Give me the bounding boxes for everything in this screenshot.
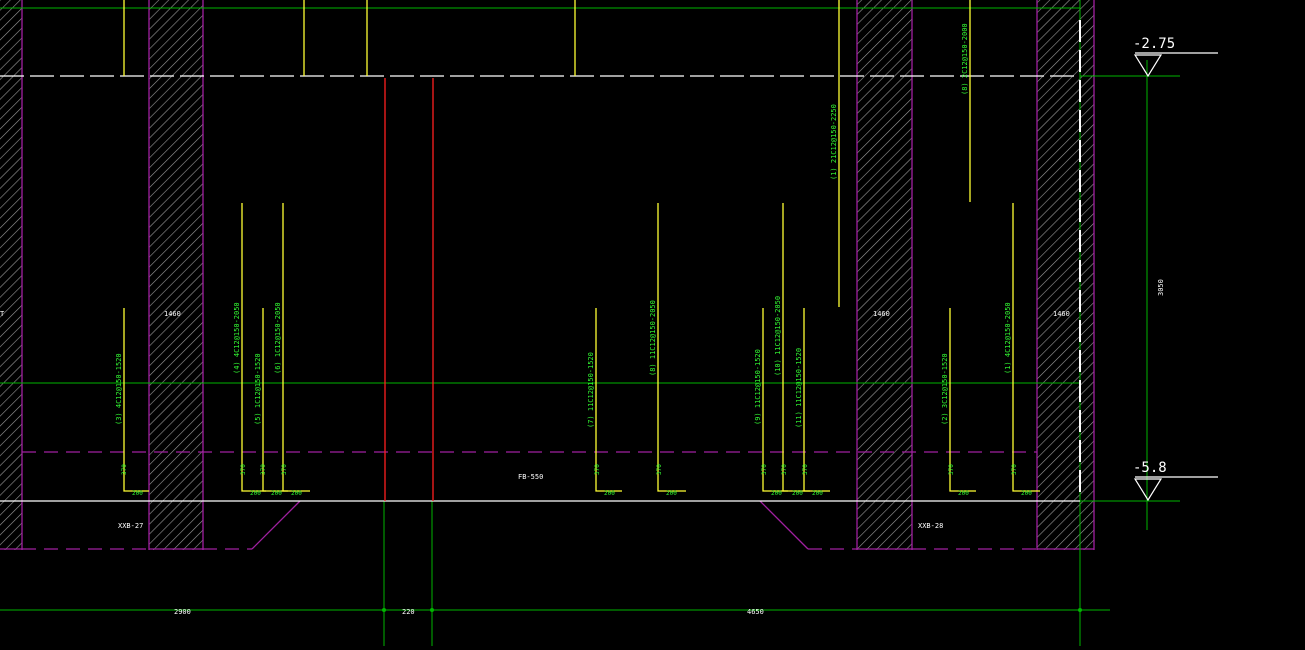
level-triangle-icon bbox=[1133, 478, 1163, 502]
hook-foot-label: 200 bbox=[291, 490, 302, 497]
hatched-walls bbox=[0, 0, 1094, 550]
rebar-label: (10) 11C12@150-2050 bbox=[774, 296, 782, 376]
wall-label: 1460 bbox=[873, 310, 890, 318]
hook-vertical-label: 370 bbox=[802, 464, 809, 475]
hook-vertical-label: 370 bbox=[656, 464, 663, 475]
hook-foot-label: 200 bbox=[812, 490, 823, 497]
rebar-label: (2) 3C12@150-1520 bbox=[941, 353, 949, 425]
hook-vertical-label: 370 bbox=[594, 464, 601, 475]
section-label: XXB-27 bbox=[118, 522, 143, 530]
upper-rebars bbox=[123, 0, 971, 307]
rebar-label: (6) 1C12@150-2050 bbox=[274, 302, 282, 374]
level-top-label: -2.75 bbox=[1133, 36, 1175, 52]
level-marker-top: -2.75 bbox=[1133, 36, 1218, 78]
hook-vertical-label: 370 bbox=[781, 464, 788, 475]
hook-vertical-label: 370 bbox=[1011, 464, 1018, 475]
dimension-label: 220 bbox=[402, 608, 415, 616]
hook-foot-label: 200 bbox=[792, 490, 803, 497]
wall-hatch-left-edge bbox=[0, 0, 22, 550]
hook-vertical-label: 370 bbox=[121, 464, 128, 475]
hook-vertical-label: 370 bbox=[240, 464, 247, 475]
rebar-label: (1) 21C12@150-2250 bbox=[830, 104, 838, 180]
hook-foot-label: 200 bbox=[271, 490, 282, 497]
hook-foot-label: 200 bbox=[1021, 490, 1032, 497]
level-marker-bottom: -5.8 bbox=[1133, 460, 1218, 502]
section-cut-lines bbox=[384, 78, 434, 501]
section-label: XXB-28 bbox=[918, 522, 943, 530]
hook-foot-label: 200 bbox=[604, 490, 615, 497]
rebar-label: (8) 11C12@150-2050 bbox=[649, 300, 657, 376]
hook-foot-label: 200 bbox=[958, 490, 969, 497]
haunch-lines bbox=[251, 500, 809, 550]
dimension-label-vertical: 3050 bbox=[1157, 279, 1165, 296]
rebar-label: (8) 2C12@150-2000 bbox=[961, 23, 969, 95]
dimension-label: 2900 bbox=[174, 608, 191, 616]
beam-center-label: FB-550 bbox=[518, 473, 543, 481]
hook-foot-label: 200 bbox=[771, 490, 782, 497]
cad-drawing-canvas[interactable]: (3) 4C12@150-1520 (4) 4C12@150-2050 (5) … bbox=[0, 0, 1305, 646]
hook-vertical-label: 370 bbox=[281, 464, 288, 475]
level-bottom-label: -5.8 bbox=[1133, 460, 1167, 476]
dimension-label: 4650 bbox=[747, 608, 764, 616]
hook-foot-label: 200 bbox=[250, 490, 261, 497]
rebar-label: (3) 4C12@150-1520 bbox=[115, 353, 123, 425]
level-triangle-icon bbox=[1133, 54, 1163, 78]
rebar-label: (11) 11C12@150-1520 bbox=[795, 348, 803, 428]
rebar-label: (9) 11C12@150-1520 bbox=[754, 349, 762, 425]
dimension-label-group: 2900 220 4650 3050 bbox=[174, 279, 1165, 616]
hook-foot-label: 200 bbox=[132, 490, 143, 497]
rebar-label: (4) 4C12@150-2050 bbox=[233, 302, 241, 374]
rebar-label: (7) 11C12@150-1520 bbox=[587, 352, 595, 428]
hook-foot-label: 200 bbox=[666, 490, 677, 497]
wall-label: 1460 bbox=[164, 310, 181, 318]
rebar-label: (5) 1C12@150-1520 bbox=[254, 353, 262, 425]
rebar-label: (1) 4C12@150-2050 bbox=[1004, 302, 1012, 374]
wall-label: 1460 bbox=[1053, 310, 1070, 318]
hook-vertical-label: 370 bbox=[948, 464, 955, 475]
hook-vertical-label: 370 bbox=[761, 464, 768, 475]
hook-vertical-label: 370 bbox=[260, 464, 267, 475]
wall-hatch-c bbox=[1037, 0, 1094, 550]
cad-drawing[interactable]: (3) 4C12@150-1520 (4) 4C12@150-2050 (5) … bbox=[0, 0, 1305, 646]
wall-hatch-a bbox=[149, 0, 203, 550]
wall-hatch-b bbox=[857, 0, 912, 550]
